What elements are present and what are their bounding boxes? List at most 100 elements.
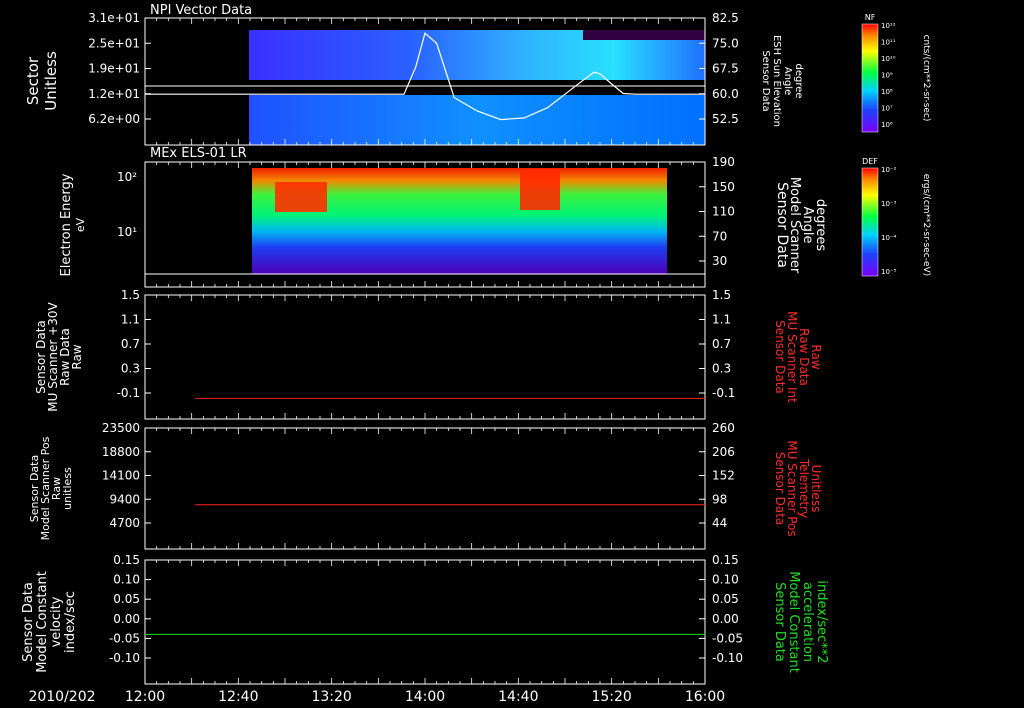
els-right-tick-label: 190: [712, 155, 735, 169]
mu-raw-right-label: MU Scanner Int: [785, 311, 799, 403]
scanner-pos-ytick-label: 4700: [109, 516, 140, 530]
els-right-tick-label: 70: [712, 229, 727, 243]
colorbar-els-gradient: [862, 168, 878, 276]
scanner-pos-ytick-label: 23500: [102, 421, 140, 435]
els-hot-region-b: [520, 170, 560, 210]
velocity-frame: [144, 559, 706, 685]
els-ytick-label: 10²: [117, 170, 137, 184]
mu-raw-ytick-label: 1.5: [121, 288, 140, 302]
velocity-ytick-label: 0.10: [113, 573, 140, 587]
scanner-pos-right-label: Unitless: [809, 465, 823, 513]
mu-raw-right-label: Sensor Data: [773, 320, 787, 394]
npi-heatmap-dark-strip: [249, 80, 705, 95]
velocity-ytick-label: -0.05: [109, 631, 140, 645]
colorbar-npi: [861, 23, 879, 133]
els-colorbar-tick: 10⁻³: [881, 200, 897, 208]
scanner-pos-ytick-label: 9400: [109, 492, 140, 506]
scanner-pos-right-label: Sensor Data: [773, 452, 787, 526]
scanner-pos-frame: [144, 427, 706, 550]
npi-colorbar-tick: 10¹¹: [881, 39, 896, 47]
mu-raw-ytick-label: -0.1: [117, 386, 140, 400]
scanner-pos-right-tick-label: 44: [712, 516, 727, 530]
npi-colorbar-tick: 10⁸: [881, 88, 893, 96]
velocity-right-tick-label: 0.15: [712, 553, 739, 567]
scanner-pos-ytick-label: 18800: [102, 445, 140, 459]
time-tick-label: 12:00: [125, 689, 165, 705]
panel-velocity: [144, 559, 706, 685]
scanner-pos-right-tick-label: 98: [712, 492, 727, 506]
mu-raw-right-tick-label: 0.3: [712, 362, 731, 376]
plot-canvas: 12:00 12:40 13:20 14:00 14:40 15:20 16:00 2010/…: [21, 3, 931, 705]
velocity-ylabel: velocity: [49, 596, 64, 647]
npi-colorbar-title: cnts/(cm**2-sr-sec): [921, 35, 931, 122]
els-hot-region-a: [275, 182, 327, 212]
time-tick-label: 16:00: [685, 689, 725, 705]
velocity-right-tick-label: -0.05: [712, 631, 743, 645]
velocity-right-label: acceleration: [800, 582, 815, 662]
npi-colorbar-label: NF: [865, 13, 876, 22]
date-label: 2010/202: [28, 689, 95, 705]
mu-raw-ytick-label: 0.3: [121, 362, 140, 376]
velocity-ytick-label: 0.00: [113, 612, 140, 626]
els-ytick-label: 10¹: [117, 225, 137, 239]
npi-ytick-label: 3.1e+01: [88, 11, 140, 25]
velocity-right-tick-label: 0.05: [712, 592, 739, 606]
npi-colorbar-tick: 10¹⁰: [881, 55, 896, 63]
mu-raw-right-label: Raw Data: [797, 328, 811, 386]
mu-raw-right-label: Raw: [809, 344, 823, 369]
els-right-tick-label: 150: [712, 180, 735, 194]
scanner-pos-right-tick-label: 152: [712, 469, 735, 483]
colorbar-els: [861, 167, 879, 277]
npi-ylabel-line1: Sector: [24, 56, 42, 105]
mu-raw-ytick-label: 1.1: [121, 313, 140, 327]
mu-raw-frame: [144, 294, 706, 420]
mu-raw-right-tick-label: -0.1: [712, 386, 735, 400]
els-colorbar-title: ergs/(cm**2-sr-sec-eV): [921, 174, 931, 276]
velocity-ylabel: Sensor Data: [21, 582, 36, 662]
scanner-pos-ytick-label: 14100: [102, 469, 140, 483]
els-right-label: degrees: [813, 199, 828, 252]
mu-raw-ylabel: Raw: [70, 344, 84, 369]
velocity-right-label: Model Constant: [786, 571, 801, 673]
velocity-right-tick-label: 0.10: [712, 573, 739, 587]
mu-raw-ytick-label: 0.7: [121, 337, 140, 351]
scanner-pos-right-tick-label: 206: [712, 445, 735, 459]
time-tick-label: 12:40: [218, 689, 258, 705]
mu-raw-right-tick-label: 0.7: [712, 337, 731, 351]
npi-right-tick-label: 75.0: [712, 36, 739, 50]
velocity-right-tick-label: -0.10: [712, 651, 743, 665]
velocity-ylabel: index/sec: [63, 591, 78, 653]
npi-ytick-label: 1.2e+01: [88, 87, 140, 101]
npi-colorbar-tick: 10⁹: [881, 72, 893, 80]
mu-raw-right-tick-label: 1.1: [712, 313, 731, 327]
els-ylabel-line2: eV: [74, 217, 87, 232]
velocity-right-label: Sensor Data: [772, 582, 787, 662]
npi-ytick-label: 1.9e+01: [88, 62, 140, 76]
scanner-pos-right-label: Telemetry: [797, 458, 811, 518]
panel-mu-raw: [144, 294, 706, 420]
time-tick-label: 14:00: [405, 689, 445, 705]
scanner-pos-right-tick-label: 260: [712, 421, 735, 435]
els-colorbar-label: DEF: [862, 157, 878, 166]
els-colorbar-tick: 10⁻⁴: [881, 234, 897, 242]
scanner-pos-ylabel: unitless: [61, 467, 74, 510]
time-tick-label: 15:20: [591, 689, 631, 705]
npi-heatmap-right-dark: [583, 30, 705, 40]
npi-ytick-label: 6.2e+00: [88, 112, 140, 126]
npi-colorbar-tick: 10¹²: [881, 22, 896, 30]
npi-right-tick-label: 52.5: [712, 112, 739, 126]
npi-colorbar-tick: 10⁷: [881, 105, 893, 113]
npi-right-tick-label: 67.5: [712, 62, 739, 76]
velocity-right-label: index/sec**2: [814, 580, 829, 663]
velocity-right-tick-label: 0.00: [712, 612, 739, 626]
els-right-label: Angle: [800, 207, 815, 244]
npi-colorbar-tick: 10⁶: [881, 121, 893, 129]
els-title: MEx ELS-01 LR: [150, 146, 247, 161]
velocity-ytick-label: 0.15: [113, 553, 140, 567]
els-right-tick-label: 110: [712, 205, 735, 219]
npi-ytick-label: 2.5e+01: [88, 36, 140, 50]
npi-heatmap-band-lower: [249, 95, 705, 145]
els-ylabel-line1: Electron Energy: [59, 173, 74, 276]
npi-right-label: degree: [793, 63, 804, 98]
panel-npi: [144, 17, 706, 146]
